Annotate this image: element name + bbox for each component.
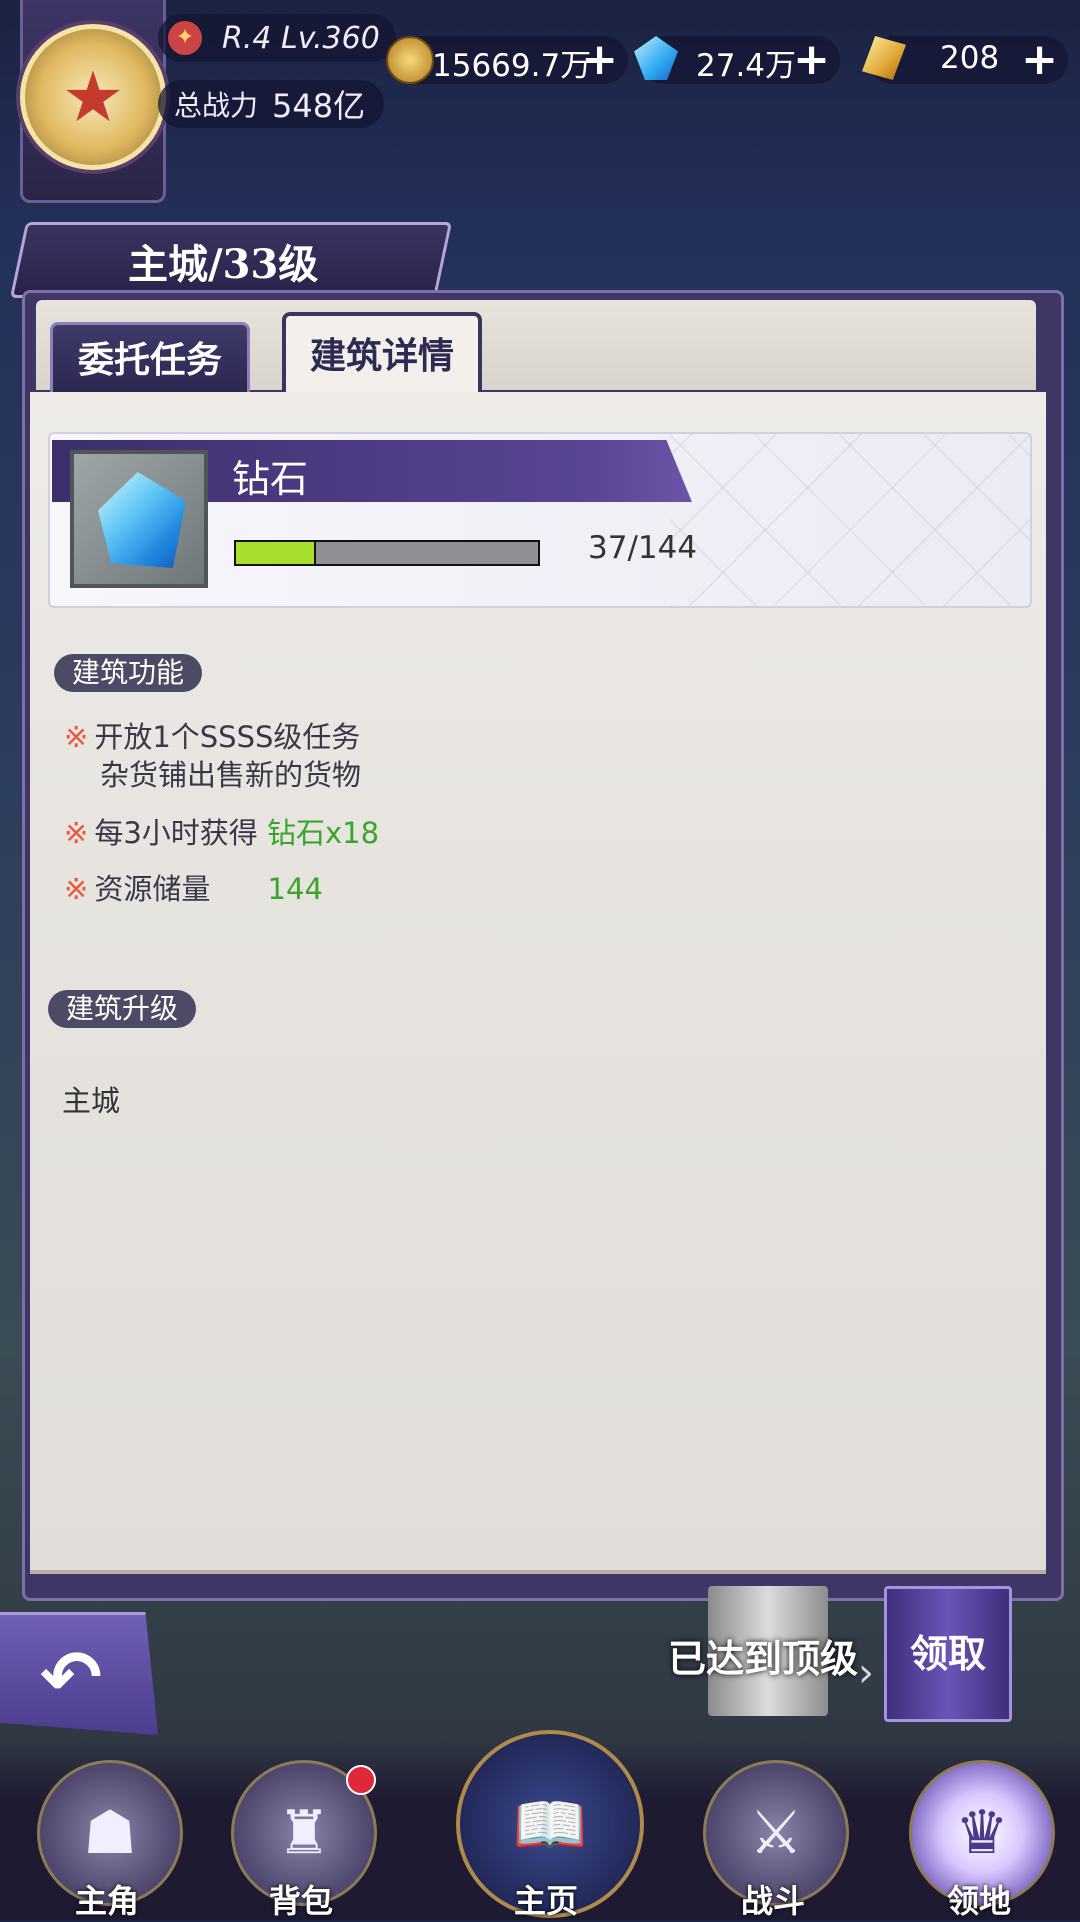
section-building-function: 建筑功能 [54, 654, 203, 692]
resource-name: 钻石 [232, 457, 309, 501]
coin-icon [386, 36, 434, 84]
rank-badge-icon: ✦ [168, 21, 202, 55]
diamond-currency: 27.4万 + [634, 34, 840, 85]
section-building-upgrade: 建筑升级 [48, 990, 197, 1028]
nav-label: 主页 [513, 1882, 578, 1920]
claim-button[interactable]: 领取 [884, 1586, 1012, 1722]
nav-battle[interactable]: ⚔ 战斗 [688, 1760, 858, 1920]
tab-commission-tasks[interactable]: 委托任务 [50, 322, 250, 398]
function-text-3: 资源储量 [94, 872, 211, 906]
chevron-right-icon: › [858, 1650, 874, 1696]
back-button[interactable]: ↶ [0, 1612, 158, 1735]
nav-label: 背包 [268, 1882, 333, 1920]
top-bar: ★ ✦ R.4 Lv.360 总战力 548亿 15669.7万 + 27.4万… [0, 0, 1080, 203]
nav-home[interactable]: 📖 主页 [456, 1730, 644, 1920]
coin-currency: 15669.7万 + [386, 34, 628, 85]
power-label: 总战力 [174, 89, 259, 122]
function-line-1b: 杂货铺出售新的货物 [100, 758, 362, 792]
diamond-icon [634, 36, 678, 80]
nav-hero[interactable]: ☗ 主角 [22, 1760, 192, 1920]
rank-level-pill: ✦ R.4 Lv.360 [158, 14, 396, 62]
coin-value: 15669.7万 [432, 48, 592, 84]
bullet-mark: ※ [64, 720, 89, 754]
nav-territory[interactable]: ♛ 领地 [894, 1760, 1064, 1920]
avatar[interactable]: ★ [20, 24, 166, 170]
bottom-nav: ☗ 主角 ♜ 背包 📖 主页 ⚔ 战斗 ♛ 领地 [0, 1730, 1080, 1920]
function-text-1: 开放1个SSSS级任务 [94, 720, 361, 754]
function-text-2: 每3小时获得 [94, 816, 258, 850]
function-reward: 钻石x18 [266, 816, 380, 850]
rank-level-text: R.4 Lv.360 [222, 20, 380, 56]
page-title: 主城/33级 [128, 232, 318, 290]
diamond-icon [98, 472, 186, 568]
diamond-value: 27.4万 [696, 48, 797, 84]
gold-currency: 208 + [862, 34, 1068, 85]
gold-value: 208 [940, 40, 1000, 76]
nav-label: 主角 [74, 1882, 139, 1920]
function-line-2: ※ 每3小时获得 钻石x18 [64, 810, 379, 852]
add-coin-button[interactable]: + [581, 34, 618, 85]
building-name: 主城 [128, 241, 208, 288]
resource-count: 37/144 [588, 530, 698, 566]
add-diamond-button[interactable]: + [793, 34, 830, 85]
compass-star-icon: ★ [61, 56, 125, 138]
card-pattern [670, 434, 1030, 606]
resource-progress-fill [236, 542, 316, 564]
storage-value: 144 [267, 872, 323, 906]
tab-building-details[interactable]: 建筑详情 [282, 312, 482, 400]
resource-progress-bar [234, 540, 540, 566]
nav-label: 领地 [946, 1882, 1011, 1920]
back-arrow-icon: ↶ [40, 1635, 103, 1721]
add-gold-button[interactable]: + [1021, 34, 1058, 85]
nav-label: 战斗 [740, 1882, 805, 1920]
gold-nugget-icon [862, 36, 906, 80]
upgrade-building-name: 主城 [62, 1084, 121, 1118]
function-line-1: ※ 开放1个SSSS级任务 [64, 714, 360, 756]
total-power: 总战力 548亿 [158, 80, 384, 128]
bag-notification-badge [346, 1765, 376, 1795]
function-line-3: ※ 资源储量 144 [64, 866, 323, 908]
building-level: /33级 [208, 241, 319, 288]
bullet-mark: ※ [64, 816, 89, 850]
resource-icon-frame [70, 450, 208, 588]
power-value: 548亿 [272, 87, 366, 125]
maxed-label: 已达到顶级 [668, 1636, 859, 1681]
bullet-mark: ※ [64, 872, 89, 906]
